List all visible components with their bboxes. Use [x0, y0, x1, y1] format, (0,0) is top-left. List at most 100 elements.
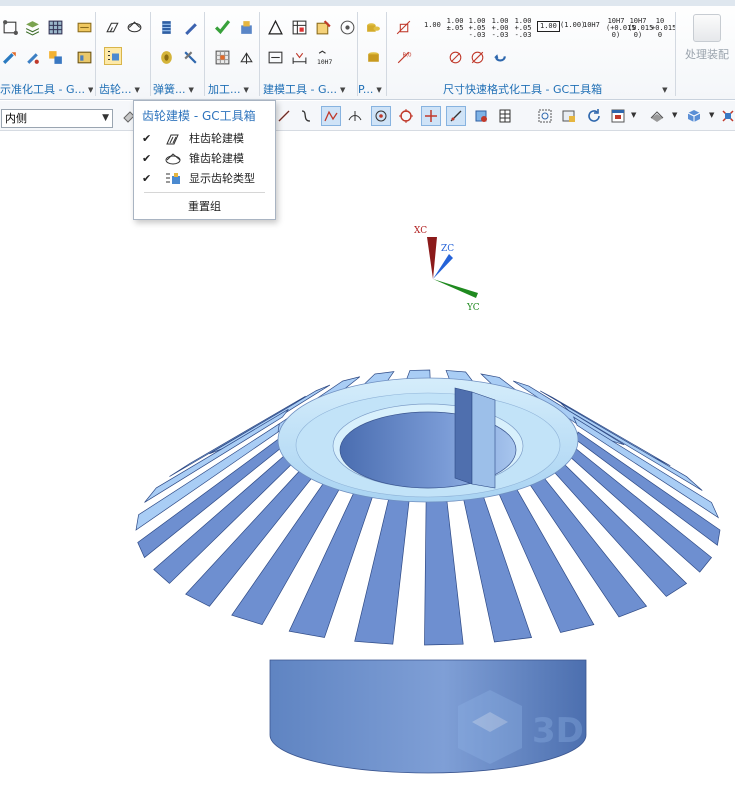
- transform-icon[interactable]: [1, 48, 19, 66]
- layers-icon[interactable]: [23, 18, 41, 36]
- cylinders-icon[interactable]: [364, 18, 382, 36]
- cube-icon[interactable]: [338, 18, 356, 36]
- chevron-down-icon: ▼: [243, 86, 249, 94]
- popup-item-bevel-gear[interactable]: ✔ 锥齿轮建模: [134, 149, 275, 169]
- group-label-machining[interactable]: 加工... ▼: [208, 82, 258, 98]
- shading-icon[interactable]: [647, 106, 667, 126]
- ribbon-top-strip: [0, 0, 735, 6]
- group-label-p[interactable]: P... ▼: [358, 82, 386, 98]
- watermark-text: 3D: [532, 711, 584, 751]
- svg-text:10H7: 10H7: [317, 57, 332, 65]
- spring-icon[interactable]: [157, 18, 175, 36]
- ribbon-separator: [95, 12, 96, 96]
- tolerance-label-plain[interactable]: 10 +0.015 0: [651, 18, 676, 39]
- tolerance-label-fit[interactable]: 10H7: [583, 22, 600, 29]
- chevron-down-icon[interactable]: ▼: [709, 111, 714, 119]
- popup-item-spur-gear[interactable]: ✔ 柱齿轮建模: [134, 129, 275, 149]
- view-icon[interactable]: [559, 106, 579, 126]
- cylinders-alt-icon[interactable]: [364, 48, 382, 66]
- chevron-down-icon: ▼: [376, 86, 382, 94]
- selection-scope-select[interactable]: 内侧 ▼: [1, 109, 113, 128]
- tolerance-label-fit-lower[interactable]: 10H7 (0.015 0): [628, 18, 653, 39]
- tolerance-label-fit-upper[interactable]: 10H7 (+0.015 0): [606, 18, 636, 39]
- shape-icon[interactable]: [471, 106, 491, 126]
- process-assembly-button[interactable]: 处理装配: [679, 14, 735, 62]
- slash-line-icon[interactable]: [446, 106, 466, 126]
- group-label-dimension-format[interactable]: 尺寸快速格式化工具 - GC工具箱 ▼: [443, 82, 673, 98]
- clamp-icon[interactable]: [237, 18, 255, 36]
- pencil-icon[interactable]: [75, 18, 93, 36]
- check-icon[interactable]: [213, 18, 231, 36]
- cross-icon[interactable]: [421, 106, 441, 126]
- chevron-down-icon: ▼: [662, 86, 668, 94]
- move-icon[interactable]: [46, 48, 64, 66]
- chevron-down-icon[interactable]: ▼: [631, 111, 636, 119]
- dimension-icon[interactable]: [290, 48, 308, 66]
- chevron-down-icon: ▼: [339, 86, 346, 94]
- zoom-fit-icon[interactable]: [535, 106, 555, 126]
- hole-table-icon[interactable]: [314, 18, 332, 36]
- polyline-icon[interactable]: [321, 106, 341, 126]
- check-icon: ✔: [142, 132, 152, 145]
- gear-model-view[interactable]: XC ZC YC 3D: [0, 132, 735, 782]
- spur-gear-icon: [166, 134, 179, 145]
- popup-divider: [144, 192, 265, 193]
- tolerance-label[interactable]: 1.00 +.00 -.03: [491, 18, 509, 39]
- refresh-icon[interactable]: [584, 106, 604, 126]
- cube-view-icon[interactable]: [684, 106, 704, 126]
- tolerance-label[interactable]: 1.00 +.05 -.03: [514, 18, 532, 39]
- basic-dim-icon[interactable]: [394, 18, 412, 36]
- grid-icon[interactable]: [46, 18, 64, 36]
- group-label-text: 弹簧...: [153, 83, 186, 96]
- no-entry-icon[interactable]: [446, 48, 464, 66]
- popup-item-label: 柱齿轮建模: [189, 132, 244, 145]
- group-label-modeling[interactable]: 建模工具 - G... ▼: [263, 82, 356, 98]
- gear-keyway-side: [471, 391, 496, 489]
- tolerance-label-boxed[interactable]: 1.00: [537, 21, 560, 32]
- chevron-down-icon[interactable]: ▼: [672, 111, 677, 119]
- spring-end-icon[interactable]: [157, 48, 175, 66]
- tool-icon[interactable]: [181, 48, 199, 66]
- curve-icon[interactable]: [296, 106, 316, 126]
- gear-type-icon[interactable]: [104, 47, 122, 65]
- group-label-standardize[interactable]: 示准化工具 - G... ▼: [0, 82, 93, 98]
- ribbon-separator: [386, 12, 387, 96]
- circle-snap-icon[interactable]: [396, 106, 416, 126]
- grid-table-icon[interactable]: [495, 106, 515, 126]
- undo-arrow-icon[interactable]: [491, 50, 509, 68]
- view-orient-icon[interactable]: [608, 106, 628, 126]
- group-label-text: 齿轮...: [99, 83, 132, 96]
- sheet-table-icon[interactable]: [290, 18, 308, 36]
- rotate-icon[interactable]: [23, 48, 41, 66]
- group-label-spring[interactable]: 弹簧... ▼: [153, 82, 203, 98]
- line-icon[interactable]: [274, 106, 294, 126]
- table-icon[interactable]: [75, 48, 93, 66]
- group-label-gear[interactable]: 齿轮... ▼: [99, 82, 147, 98]
- chevron-down-icon: ▼: [87, 86, 93, 94]
- axis-label-x: XC: [414, 226, 427, 236]
- tolerance-label[interactable]: 1.00 +.05 -.03: [468, 18, 486, 39]
- section-icon[interactable]: [718, 106, 735, 126]
- shape-icon[interactable]: [266, 48, 284, 66]
- point-on-curve-icon[interactable]: [371, 106, 391, 126]
- reset-group-button[interactable]: 重置组: [134, 198, 275, 214]
- pencil-blue-icon[interactable]: [181, 18, 199, 36]
- bevel-gear-icon: [165, 153, 181, 165]
- bevel-gear-icon[interactable]: [125, 18, 143, 36]
- assembly-icon: [693, 14, 721, 42]
- tolerance-label[interactable]: 1.00: [424, 22, 441, 29]
- graphics-viewport[interactable]: XC ZC YC 3D: [0, 132, 735, 782]
- tolerance-10h7-icon[interactable]: 10H7: [316, 48, 334, 66]
- chain-dim-icon[interactable]: R(0): [394, 48, 412, 66]
- tolerance-label[interactable]: 1.00 ±.05: [446, 18, 464, 32]
- drill-icon[interactable]: [213, 48, 231, 66]
- triangle-icon[interactable]: [266, 18, 284, 36]
- datum-plane-icon[interactable]: [1, 18, 19, 36]
- fixture-icon[interactable]: [237, 48, 255, 66]
- popup-item-gear-type[interactable]: ✔ 显示齿轮类型: [134, 169, 275, 189]
- cylindrical-gear-icon[interactable]: [104, 18, 122, 36]
- circle-diameter-icon[interactable]: [468, 48, 486, 66]
- tolerance-label-ref[interactable]: (1.00): [560, 22, 585, 29]
- group-label-text: 建模工具 - G...: [263, 83, 337, 96]
- perpendicular-icon[interactable]: [345, 106, 365, 126]
